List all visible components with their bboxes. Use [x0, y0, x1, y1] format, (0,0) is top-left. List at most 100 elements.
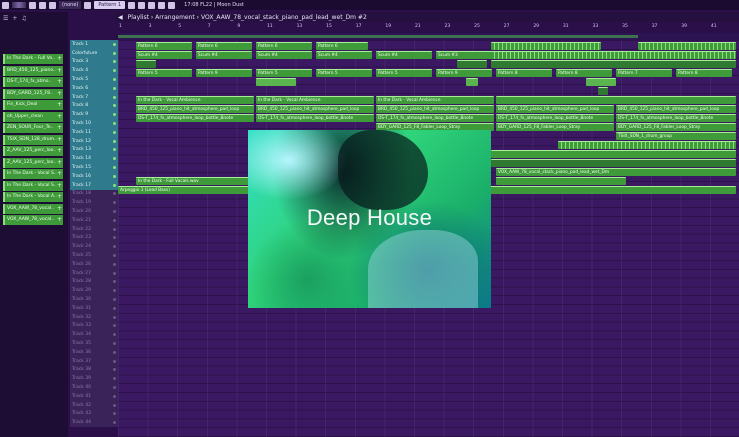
snap-icon[interactable]	[84, 1, 92, 9]
pattern-clip[interactable]: Pattern 8	[676, 69, 732, 77]
piano-roll-icon[interactable]	[138, 1, 146, 9]
track-header[interactable]: Track 32	[70, 312, 118, 322]
audio-clip[interactable]: DS-T_174_fx_atmosphere_loop_bottle_Bnote	[616, 114, 736, 122]
audio-clip[interactable]: DS-T_174_fx_atmosphere_loop_bottle_Bnote	[376, 114, 494, 122]
mixer-icon[interactable]	[158, 1, 166, 9]
track-mute-led[interactable]	[113, 139, 116, 143]
track-mute-led[interactable]	[113, 60, 116, 64]
playlist-menu-icon[interactable]: ◀	[118, 14, 123, 21]
track-mute-led[interactable]	[113, 227, 116, 231]
track-header[interactable]: Track 19	[70, 198, 118, 208]
track-mute-led[interactable]	[113, 183, 116, 187]
pattern-clip[interactable]: Scum #4	[136, 51, 192, 59]
picker-item[interactable]: VOX_AAW_78_vocal..	[3, 203, 63, 214]
audio-clip[interactable]	[496, 177, 626, 185]
pattern-clip[interactable]	[466, 78, 478, 86]
pattern-clip[interactable]: Pattern 9	[196, 69, 252, 77]
track-mute-led[interactable]	[113, 324, 116, 328]
track-mute-led[interactable]	[113, 254, 116, 258]
track-header[interactable]: Track 26	[70, 259, 118, 269]
track-mute-led[interactable]	[113, 157, 116, 161]
pattern-clip[interactable]: Pattern 9	[436, 69, 492, 77]
channel-rack-icon[interactable]	[148, 1, 156, 9]
track-header[interactable]: Track 38	[70, 365, 118, 375]
audio-clip[interactable]: VOX_AAW_78_vocal_stack_piano_pad_lead_we…	[496, 168, 736, 176]
picker-item[interactable]: In The Dark - Full Vo..	[3, 54, 63, 64]
pattern-clip[interactable]: Scum #3	[436, 51, 492, 59]
track-mute-led[interactable]	[113, 359, 116, 363]
audio-clip-icon[interactable]: ♫	[21, 15, 26, 22]
track-header[interactable]: Track 3	[70, 57, 118, 67]
audio-clip[interactable]: DS-T_174_fx_atmosphere_loop_bottle_Bnote	[496, 114, 614, 122]
picker-item[interactable]: In The Dark - Vocal S..	[3, 180, 63, 191]
note-clip[interactable]	[491, 42, 601, 50]
audio-clip[interactable]: BRD_450_125_piano_hit_atmosphere_pad_loo…	[616, 105, 736, 113]
note-clip[interactable]	[491, 51, 736, 59]
track-mute-led[interactable]	[113, 412, 116, 416]
pattern-clip[interactable]	[457, 60, 487, 68]
track-header[interactable]: Track 10	[70, 119, 118, 128]
audio-clip[interactable]: In the Dark - Vocal Ambience	[136, 96, 254, 104]
picker-item[interactable]: Z_AAV_125_perc_loo..	[3, 146, 63, 156]
pattern-clip[interactable]	[586, 78, 616, 86]
track-mute-led[interactable]	[113, 95, 116, 99]
track-mute-led[interactable]	[113, 341, 116, 345]
track-header[interactable]: Track 1	[70, 40, 118, 49]
track-header[interactable]: Track 7	[70, 92, 118, 102]
track-header[interactable]: Track 6	[70, 83, 118, 93]
pattern-clip[interactable]: Pattern 6	[136, 42, 192, 50]
track-header[interactable]: Track 20	[70, 207, 118, 216]
track-mute-led[interactable]	[113, 210, 116, 214]
track-header[interactable]: Track 30	[70, 295, 118, 304]
track-header[interactable]: Track 11	[70, 127, 118, 137]
track-mute-led[interactable]	[113, 245, 116, 249]
pattern-clip[interactable]: Scum #4	[376, 51, 432, 59]
pattern-clip[interactable]: Pattern 6	[256, 42, 312, 50]
track-header[interactable]: Track 34	[70, 330, 118, 340]
pattern-list-icon[interactable]: ☰	[3, 15, 8, 22]
track-header[interactable]: Track 4	[70, 66, 118, 76]
pattern-clip[interactable]: Scum #4	[256, 51, 312, 59]
track-header[interactable]: Track 36	[70, 347, 118, 357]
picker-item[interactable]: TSIX_SDN_128_drum..	[3, 134, 63, 145]
audio-clip[interactable]: DS-T_174_fx_atmosphere_loop_bottle_Bnote	[136, 114, 254, 122]
track-mute-led[interactable]	[113, 201, 116, 205]
picker-item[interactable]: In The Dark - Vocal S..	[3, 169, 63, 179]
pattern-clip[interactable]: Pattern 7	[616, 69, 672, 77]
track-mute-led[interactable]	[113, 236, 116, 240]
audio-clip[interactable]: BDY_GARD_125_F8_Fabler_Loop_Stray	[496, 123, 614, 131]
track-header[interactable]: Track 37	[70, 356, 118, 366]
track-mute-led[interactable]	[113, 280, 116, 284]
track-mute-led[interactable]	[113, 69, 116, 73]
note-clip[interactable]	[558, 141, 736, 149]
track-header[interactable]: Track 41	[70, 391, 118, 401]
track-mute-led[interactable]	[113, 271, 116, 275]
track-header[interactable]: Track 23	[70, 233, 118, 243]
track-header[interactable]: Track 39	[70, 374, 118, 384]
track-mute-led[interactable]	[113, 122, 116, 126]
track-mute-led[interactable]	[113, 421, 116, 425]
track-mute-led[interactable]	[113, 306, 116, 310]
track-mute-led[interactable]	[113, 148, 116, 152]
timeline-ruler[interactable]: 1 3 5 7 9 11 13 15 17 19 21 23 25 27 29 31 33 35 37 39 41	[118, 24, 739, 33]
pattern-clip[interactable]	[598, 87, 608, 95]
audio-clip[interactable]: BDY_GARD_125_F8_Fabler_Loop_Stray	[616, 123, 736, 131]
track-mute-led[interactable]	[113, 78, 116, 82]
track-mute-led[interactable]	[113, 315, 116, 319]
picker-item[interactable]: DS-T_174_fx_atmo..	[3, 77, 63, 87]
pattern-clip[interactable]: Pattern 6	[316, 42, 368, 50]
track-mute-led[interactable]	[113, 394, 116, 398]
track-header[interactable]: Track 42	[70, 400, 118, 410]
track-header[interactable]: Track 31	[70, 303, 118, 313]
pattern-clip[interactable]: Pattern 6	[196, 42, 252, 50]
audio-clip[interactable]: In the Dark - Vocal Ambience	[256, 96, 374, 104]
track-header[interactable]: Track 13	[70, 145, 118, 155]
pattern-clip[interactable]	[491, 159, 736, 167]
track-mute-led[interactable]	[113, 174, 116, 178]
pattern-selector[interactable]: Pattern 1	[94, 1, 126, 9]
picker-item[interactable]: BRD_450_125_piano..	[3, 65, 63, 76]
audio-clip[interactable]: BRD_450_125_piano_hit_atmosphere_pad_loo…	[256, 105, 374, 113]
track-mute-led[interactable]	[113, 298, 116, 301]
playlist-icon[interactable]	[128, 1, 136, 9]
track-mute-led[interactable]	[113, 333, 116, 337]
